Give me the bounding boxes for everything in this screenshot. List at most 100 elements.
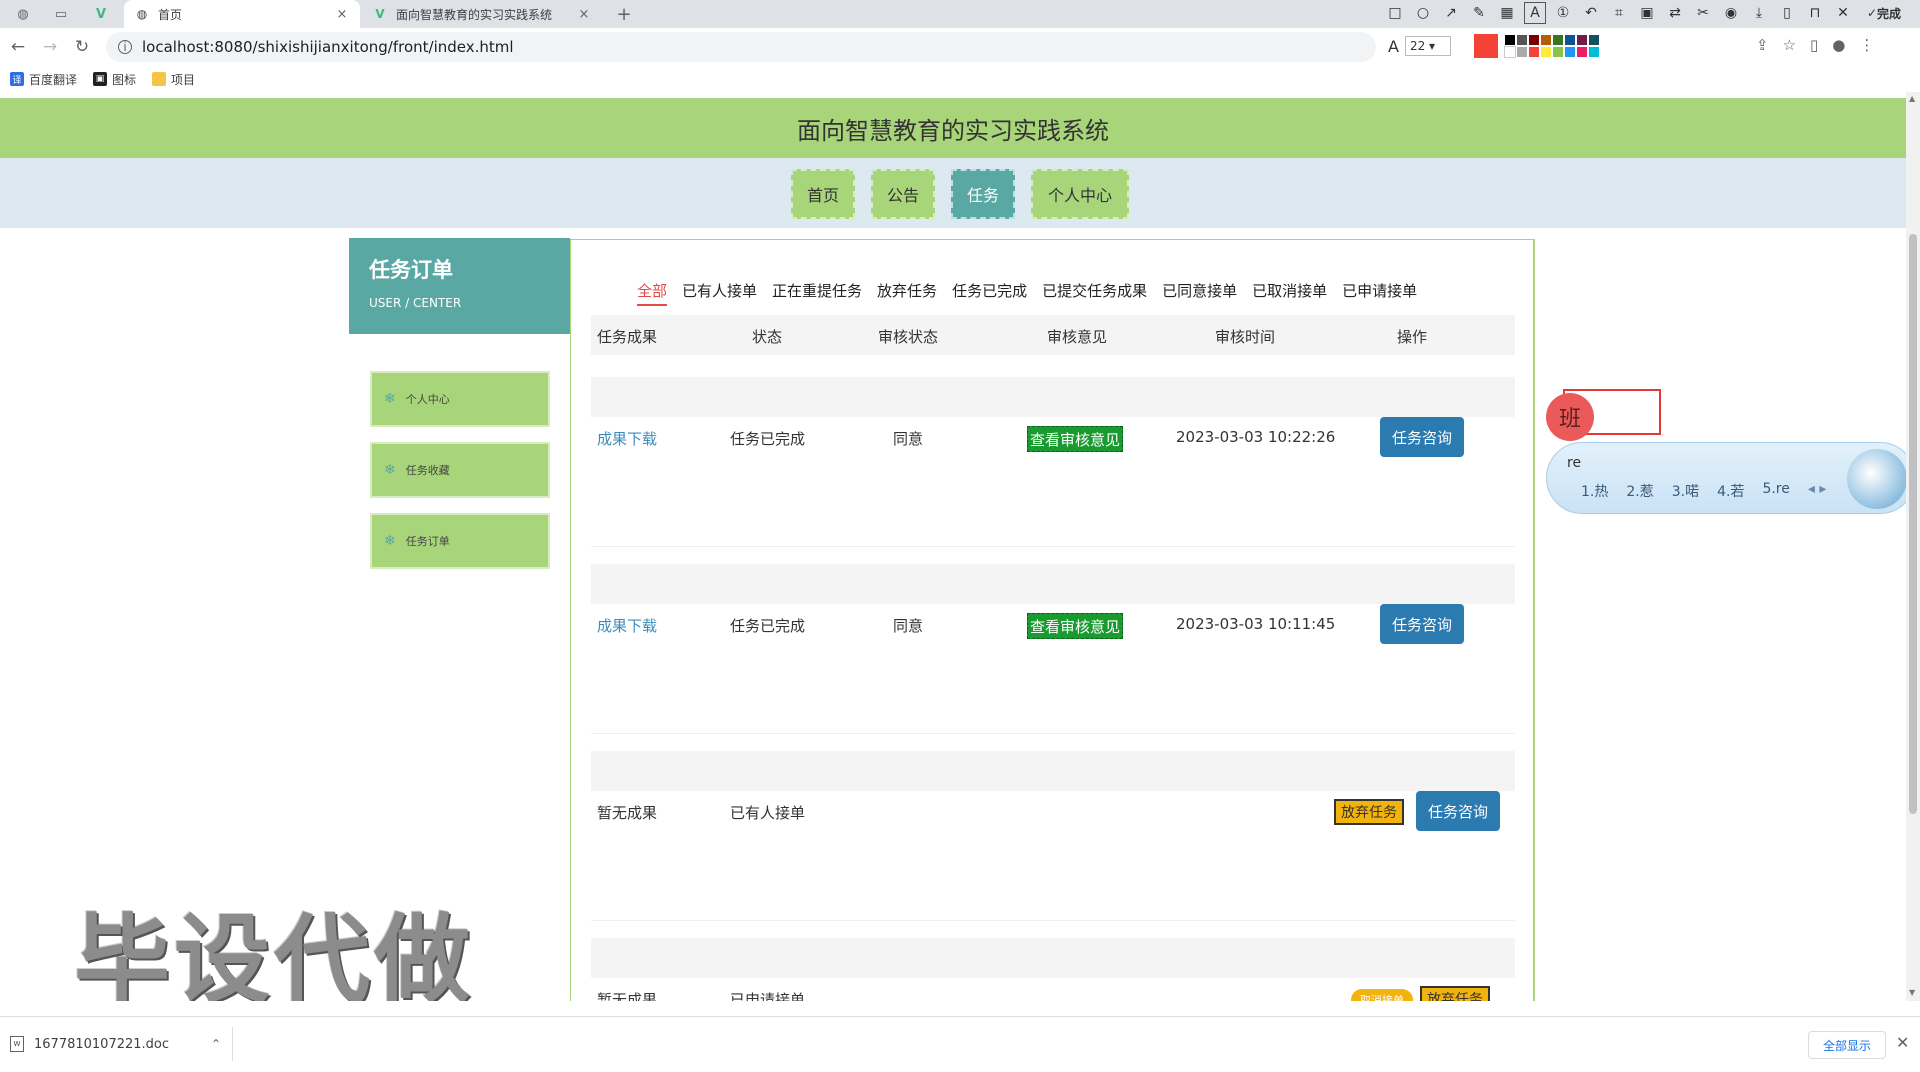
ime-candidate[interactable]: 2.惹 [1626,481,1653,501]
download-icon[interactable]: ⤓ [1748,2,1770,24]
ime-candidate[interactable]: 1.热 [1581,481,1608,501]
ime-candidate[interactable]: 3.喏 [1672,481,1699,501]
bookmark-baidu-translate[interactable]: 译 百度翻译 [10,71,77,88]
abandon-task-button[interactable]: 放弃任务 [1334,799,1404,825]
url-input[interactable]: i localhost:8080/shixishijianxitong/fron… [106,32,1376,62]
pinned-tab-blank-icon[interactable]: ▭ [46,3,76,25]
close-icon[interactable]: × [334,7,350,22]
font-size-select[interactable]: 22 ▾ [1404,36,1451,56]
nav-notice[interactable]: 公告 [871,169,935,219]
filter-tab[interactable]: 已提交任务成果 [1042,280,1147,306]
pin-icon[interactable]: ✂ [1692,2,1714,24]
record-icon[interactable]: ◉ [1720,2,1742,24]
download-result-link[interactable]: 成果下载 [597,428,657,449]
color-swatch[interactable] [1516,34,1528,46]
filter-tab[interactable]: 正在重提任务 [772,280,862,306]
profile-icon[interactable]: ● [1832,36,1845,54]
color-swatch[interactable] [1564,34,1576,46]
bookmark-icon[interactable]: ⊓ [1804,2,1826,24]
new-tab-button[interactable]: + [612,2,636,26]
tab-home[interactable]: ◍ 首页 × [124,0,360,28]
translate-icon[interactable]: ⇄ [1664,2,1686,24]
color-swatch[interactable] [1588,46,1600,58]
nav-task[interactable]: 任务 [951,169,1015,219]
ime-page-arrows-icon[interactable]: ◂ ▸ [1808,481,1827,501]
scroll-up-icon[interactable]: ▲ [1909,94,1915,103]
color-swatch[interactable] [1636,34,1648,46]
filter-tab[interactable]: 任务已完成 [952,280,1027,306]
filter-tab[interactable]: 已申请接单 [1342,280,1417,306]
view-review-button[interactable]: 查看审核意见 [1027,613,1124,639]
menu-icon[interactable]: ⋮ [1859,36,1874,54]
nav-user-center[interactable]: 个人中心 [1031,169,1129,219]
forward-icon[interactable]: → [37,34,63,60]
filter-tab[interactable]: 已取消接单 [1252,280,1327,306]
reload-icon[interactable]: ↻ [69,34,95,60]
color-swatch[interactable] [1552,46,1564,58]
color-swatch[interactable] [1528,46,1540,58]
task-consult-button[interactable]: 任务咨询 [1380,604,1464,644]
ellipse-tool-icon[interactable]: ○ [1412,2,1434,24]
bookmark-project[interactable]: 项目 [152,71,195,88]
color-swatch[interactable] [1576,46,1588,58]
cancel-icon[interactable]: ✕ [1832,2,1854,24]
undo-icon[interactable]: ↶ [1580,2,1602,24]
sidebar-item-task-favorites[interactable]: ❄ 任务收藏 [370,442,550,498]
share-icon[interactable]: ⇪ [1756,36,1769,54]
current-color-swatch[interactable] [1474,34,1498,58]
back-icon[interactable]: ← [5,34,31,60]
color-swatch[interactable] [1624,34,1636,46]
color-swatch[interactable] [1552,34,1564,46]
ocr-icon[interactable]: ▣ [1636,2,1658,24]
abandon-task-button[interactable]: 放弃任务 [1420,986,1490,1001]
color-swatch[interactable] [1504,34,1516,46]
show-all-button[interactable]: 全部显示 [1808,1031,1886,1059]
download-item[interactable]: W 1677810107221.doc ⌃ [10,1029,221,1059]
pen-tool-icon[interactable]: ✎ [1468,2,1490,24]
view-review-button[interactable]: 查看审核意见 [1027,426,1124,452]
color-swatch[interactable] [1516,46,1528,58]
scroll-down-icon[interactable]: ▼ [1909,988,1915,997]
close-icon[interactable]: ✕ [1896,1033,1909,1052]
ime-candidate[interactable]: 5.re [1762,481,1789,501]
pinned-tab-globe-icon[interactable]: ◍ [8,3,38,25]
crop-icon[interactable]: ⌗ [1608,2,1630,24]
arrow-tool-icon[interactable]: ↗ [1440,2,1462,24]
filter-tab[interactable]: 放弃任务 [877,280,937,306]
color-swatch[interactable] [1612,34,1624,46]
page-scrollbar[interactable]: ▲ ▼ [1906,92,1920,1001]
rectangle-tool-icon[interactable]: □ [1384,2,1406,24]
scrollbar-thumb[interactable] [1909,234,1917,814]
download-result-link[interactable]: 成果下载 [597,615,657,636]
cancel-order-button[interactable]: 取消接单 [1351,989,1413,1001]
chevron-up-icon[interactable]: ⌃ [211,1037,221,1051]
done-button[interactable]: ✓ 完成 [1860,2,1908,24]
info-icon[interactable]: i [118,40,132,54]
color-swatch[interactable] [1600,34,1612,46]
number-tool-icon[interactable]: ① [1552,2,1574,24]
tab-system[interactable]: V 面向智慧教育的实习实践系统 × [362,0,602,28]
filter-tab[interactable]: 已有人接单 [682,280,757,306]
ime-candidate[interactable]: 4.若 [1717,481,1744,501]
color-swatch[interactable] [1588,34,1600,46]
task-consult-button[interactable]: 任务咨询 [1380,417,1464,457]
color-swatch[interactable] [1528,34,1540,46]
color-swatch[interactable] [1576,34,1588,46]
sidebar-item-task-orders[interactable]: ❄ 任务订单 [370,513,550,569]
nav-home[interactable]: 首页 [791,169,855,219]
sidepanel-icon[interactable]: ▯ [1810,36,1818,54]
filter-tab-all[interactable]: 全部 [637,280,668,306]
filter-tab[interactable]: 已同意接单 [1162,280,1237,306]
bookmark-icons[interactable]: ▣ 图标 [93,71,136,88]
star-icon[interactable]: ☆ [1783,36,1796,54]
color-swatch[interactable] [1540,46,1552,58]
text-tool-icon[interactable]: A [1524,2,1546,24]
phone-icon[interactable]: ▯ [1776,2,1798,24]
color-swatch[interactable] [1540,34,1552,46]
sidebar-item-user-center[interactable]: ❄ 个人中心 [370,371,550,427]
mosaic-tool-icon[interactable]: ▦ [1496,2,1518,24]
task-consult-button[interactable]: 任务咨询 [1416,791,1500,831]
color-swatch[interactable] [1564,46,1576,58]
pinned-tab-vue-icon[interactable]: V [86,3,116,25]
color-swatch[interactable] [1504,46,1516,58]
